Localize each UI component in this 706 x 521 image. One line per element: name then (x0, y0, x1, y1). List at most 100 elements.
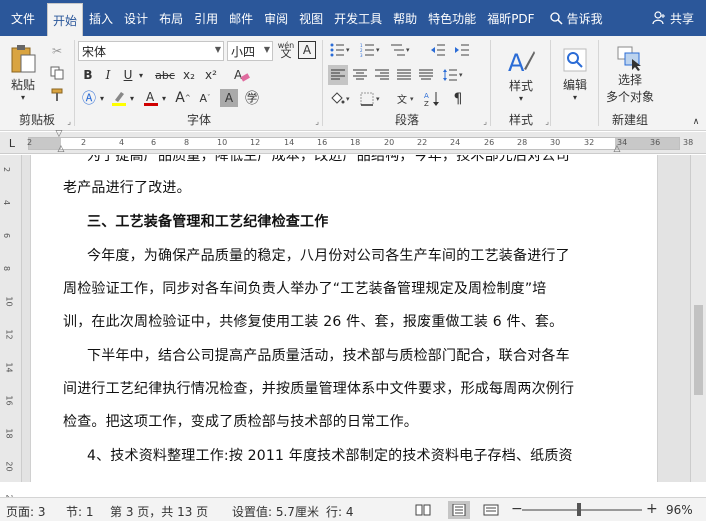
align-center-button[interactable] (350, 65, 370, 85)
align-left-button[interactable] (328, 65, 348, 85)
highlight-button[interactable] (110, 89, 128, 107)
font-name-combo[interactable]: 宋体 ▼ (78, 41, 224, 61)
tab-review[interactable]: 审阅 (259, 0, 293, 36)
align-center-icon (353, 69, 367, 80)
justify-button[interactable] (394, 65, 414, 85)
tab-file[interactable]: 文件 (0, 0, 46, 36)
collapse-ribbon-button[interactable]: ∧ (690, 116, 702, 128)
show-marks-button[interactable]: ¶ (448, 89, 468, 109)
styles-gallery-button[interactable]: A 样式 ▾ (498, 42, 544, 108)
borders-button[interactable]: ▾ (358, 89, 384, 109)
font-size-combo[interactable]: 小四 ▼ (227, 41, 273, 61)
chinese-layout-button[interactable]: 文 ▾ (396, 89, 418, 109)
font-color-icon: A (144, 90, 158, 106)
bullets-button[interactable]: ▾ (328, 41, 354, 59)
zoom-in-button[interactable]: + (646, 501, 658, 517)
shrink-font-button[interactable]: Aˇ (196, 89, 214, 107)
ruler-number: 20 (384, 138, 395, 147)
first-line-indent-marker[interactable]: ▽ (54, 129, 64, 139)
scrollbar-thumb[interactable] (694, 305, 703, 395)
group-divider (598, 40, 599, 126)
increase-indent-icon (455, 44, 469, 56)
tab-insert[interactable]: 插入 (84, 0, 118, 36)
character-border-button[interactable]: A (298, 41, 316, 59)
zoom-slider-thumb[interactable] (577, 503, 581, 516)
chevron-down-icon[interactable]: ▾ (160, 89, 168, 107)
web-layout-button[interactable] (480, 501, 502, 519)
dialog-launcher-icon[interactable]: ⌟ (545, 117, 549, 126)
enclose-characters-button[interactable]: ㊫ (242, 89, 262, 107)
ruler-number: 26 (484, 138, 495, 147)
strikethrough-button[interactable]: abc (154, 66, 176, 84)
line-indicator[interactable]: 行: 4 (326, 503, 354, 520)
bold-button[interactable]: B (80, 66, 96, 84)
editing-button[interactable]: 编辑 ▾ (556, 42, 594, 108)
tab-selector[interactable]: L (4, 136, 20, 150)
sort-button[interactable]: AZ (422, 89, 444, 109)
hanging-indent-marker[interactable]: △ (56, 144, 66, 154)
person-icon (652, 11, 665, 25)
share-button[interactable]: 共享 (652, 0, 694, 36)
font-color-button[interactable]: A (142, 89, 160, 107)
position-setting[interactable]: 设置值: 5.7厘米 (232, 503, 319, 520)
dialog-launcher-icon[interactable]: ⌟ (315, 117, 319, 126)
tell-me-box[interactable]: 告诉我 (549, 0, 603, 36)
chevron-down-icon[interactable]: ▾ (128, 89, 136, 107)
copy-button[interactable] (46, 64, 68, 82)
numbering-button[interactable]: 1 2 3 ▾ (358, 41, 384, 59)
dialog-launcher-icon[interactable]: ⌟ (67, 117, 71, 126)
editing-title: 编辑 (562, 78, 587, 92)
ruler-number: 6 (151, 138, 157, 147)
select-multiple-objects-button[interactable]: 选择 多个对象 (602, 42, 658, 108)
line-spacing-button[interactable]: ▾ (440, 65, 466, 85)
svg-text:A: A (146, 90, 155, 104)
tab-references[interactable]: 引用 (189, 0, 223, 36)
dialog-launcher-icon[interactable]: ⌟ (483, 117, 487, 126)
page-indicator[interactable]: 页面: 3 (6, 503, 46, 520)
shading-button[interactable]: ▾ (328, 89, 354, 109)
eraser-icon: A (234, 68, 250, 82)
page-count[interactable]: 第 3 页，共 13 页 (110, 503, 208, 520)
decrease-indent-button[interactable] (428, 41, 448, 59)
tab-help[interactable]: 帮助 (388, 0, 422, 36)
text-effects-button[interactable]: Ⓐ (80, 89, 98, 107)
zoom-out-button[interactable]: − (511, 501, 523, 517)
vertical-scrollbar[interactable] (690, 155, 706, 482)
horizontal-ruler[interactable]: L 2 2 4 6 8 10 12 14 16 18 20 22 24 26 28 30 32 34 36 38 ▽ … (0, 129, 706, 154)
zoom-level[interactable]: 96% (666, 503, 693, 517)
section-indicator[interactable]: 节: 1 (66, 503, 94, 520)
document-page[interactable]: 为了提高产品质量，降低生产成本，改进产品结构，今年，技术部先后对公司 老产品进行… (30, 155, 658, 482)
cut-button[interactable]: ✂ (46, 42, 68, 60)
paste-button[interactable]: 粘贴 ▾ (6, 42, 40, 104)
grow-font-button[interactable]: A ^ (174, 89, 192, 107)
chevron-down-icon[interactable]: ▾ (98, 89, 106, 107)
format-painter-button[interactable] (46, 86, 68, 104)
align-right-button[interactable] (372, 65, 392, 85)
tab-foxit-pdf[interactable]: 福昕PDF (482, 0, 539, 36)
increase-indent-button[interactable] (452, 41, 472, 59)
tab-mailings[interactable]: 邮件 (224, 0, 258, 36)
tab-layout[interactable]: 布局 (154, 0, 188, 36)
chevron-down-icon: ▾ (20, 93, 25, 102)
multilevel-list-button[interactable]: ▾ (388, 41, 414, 59)
tab-design[interactable]: 设计 (119, 0, 153, 36)
print-layout-button[interactable] (448, 501, 470, 519)
tab-developer[interactable]: 开发工具 (329, 0, 387, 36)
vertical-ruler-number: 8 (2, 265, 12, 272)
right-indent-marker[interactable]: △ (612, 144, 622, 154)
vertical-ruler[interactable]: 246810121416182022 (0, 155, 22, 505)
phonetic-guide-button[interactable]: wén 文 (276, 39, 296, 61)
subscript-button[interactable]: x₂ (180, 66, 198, 84)
read-mode-button[interactable] (412, 501, 434, 519)
italic-button[interactable]: I (100, 66, 116, 84)
tab-home[interactable]: 开始 (47, 3, 84, 36)
tab-view[interactable]: 视图 (294, 0, 328, 36)
superscript-button[interactable]: x² (202, 66, 220, 84)
distributed-button[interactable] (416, 65, 436, 85)
character-shading-button[interactable]: A (220, 89, 238, 107)
chevron-down-icon[interactable]: ▾ (136, 66, 146, 84)
clear-formatting-button[interactable]: A (232, 66, 252, 84)
underline-button[interactable]: U (120, 66, 136, 84)
tab-special[interactable]: 特色功能 (423, 0, 481, 36)
zoom-slider[interactable] (522, 509, 642, 511)
